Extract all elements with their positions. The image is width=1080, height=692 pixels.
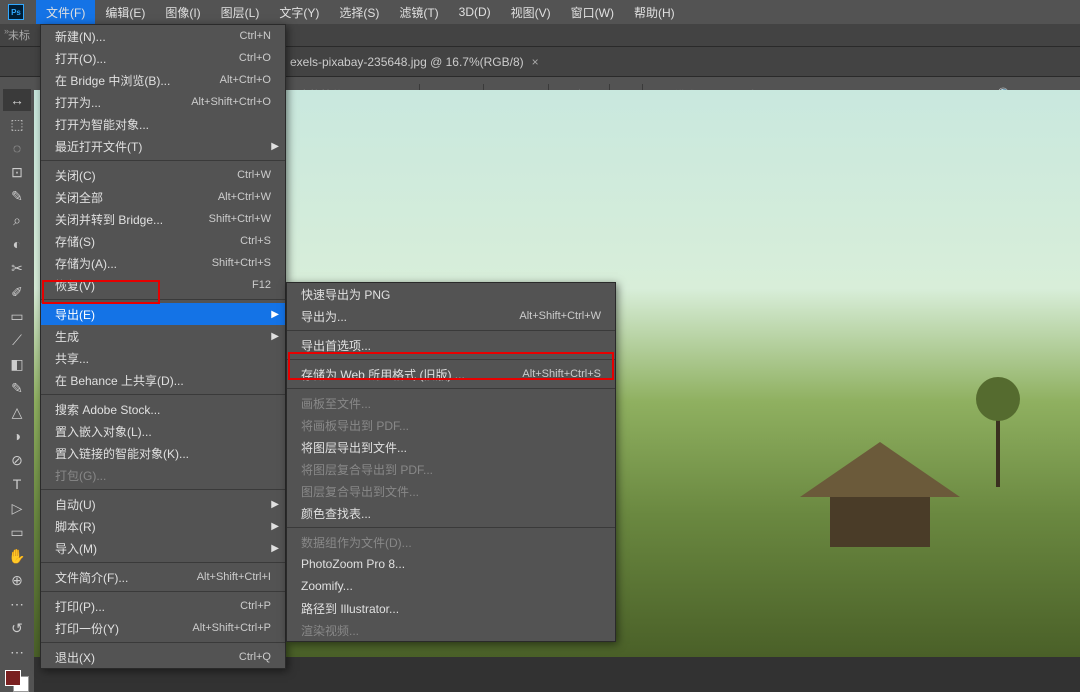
menu-view[interactable]: 视图(V) [501,0,561,24]
export-photozoom[interactable]: PhotoZoom Pro 8... [287,553,615,575]
file-open[interactable]: 打开(O)...Ctrl+O [41,47,285,69]
document-tab-title: exels-pixabay-235648.jpg @ 16.7%(RGB/8) [290,55,524,69]
file-revert[interactable]: 恢复(V)F12 [41,274,285,296]
file-import[interactable]: 导入(M)▶ [41,537,285,559]
menu-layer[interactable]: 图层(L) [211,0,270,24]
file-automate[interactable]: 自动(U)▶ [41,493,285,515]
file-place-linked[interactable]: 置入链接的智能对象(K)... [41,442,285,464]
export-data-sets: 数据组作为文件(D)... [287,531,615,553]
shape-tool[interactable]: ▭ [3,521,31,543]
eyedropper-tool[interactable]: ◐ [3,233,31,255]
submenu-arrow-icon: ▶ [271,331,279,342]
export-color-lut[interactable]: 颜色查找表... [287,502,615,524]
export-quick-png[interactable]: 快速导出为 PNG [287,283,615,305]
edit-toolbar[interactable]: ⋯ [3,593,31,615]
file-package: 打包(G)... [41,464,285,486]
gradient-tool[interactable]: ✎ [3,377,31,399]
more-tools[interactable]: ⋯ [3,641,31,663]
file-browse-bridge[interactable]: 在 Bridge 中浏览(B)...Alt+Ctrl+O [41,69,285,91]
photoshop-icon: Ps [8,4,24,20]
submenu-arrow-icon: ▶ [271,309,279,320]
file-close-bridge[interactable]: 关闭并转到 Bridge...Shift+Ctrl+W [41,208,285,230]
menu-help[interactable]: 帮助(H) [624,0,685,24]
file-scripts[interactable]: 脚本(R)▶ [41,515,285,537]
healing-tool[interactable]: ✂ [3,257,31,279]
export-prefs[interactable]: 导出首选项... [287,334,615,356]
file-export[interactable]: 导出(E)▶ [41,303,285,325]
menubar: Ps 文件(F) 编辑(E) 图像(I) 图层(L) 文字(Y) 选择(S) 滤… [0,0,1080,24]
panel-chevron-icon[interactable]: » [4,26,9,36]
crop-tool[interactable]: ✎ [3,185,31,207]
move-tool[interactable]: ↔ [3,89,31,111]
file-print-one[interactable]: 打印一份(Y)Alt+Shift+Ctrl+P [41,617,285,639]
submenu-arrow-icon: ▶ [271,543,279,554]
marquee-tool[interactable]: ⬚ [3,113,31,135]
submenu-arrow-icon: ▶ [271,521,279,532]
type-tool[interactable]: T [3,473,31,495]
export-submenu: 快速导出为 PNG 导出为...Alt+Shift+Ctrl+W 导出首选项..… [286,282,616,642]
file-new[interactable]: 新建(N)...Ctrl+N [41,25,285,47]
submenu-arrow-icon: ▶ [271,499,279,510]
frame-tool[interactable]: ⌕ [3,209,31,231]
export-as[interactable]: 导出为...Alt+Shift+Ctrl+W [287,305,615,327]
zoom-tool[interactable]: ⊕ [3,569,31,591]
tools-panel: ↔ ⬚ ◌ ⊡ ✎ ⌕ ◐ ✂ ✐ ▭ ⟋ ◧ ✎ △ ◑ ⊘ T ▷ ▭ ✋ … [0,84,34,692]
submenu-arrow-icon: ▶ [271,141,279,152]
menu-image[interactable]: 图像(I) [155,0,210,24]
export-zoomify[interactable]: Zoomify... [287,575,615,597]
menu-type[interactable]: 文字(Y) [269,0,329,24]
file-open-smart[interactable]: 打开为智能对象... [41,113,285,135]
pen-tool[interactable]: ⊘ [3,449,31,471]
export-layers-files[interactable]: 将图层导出到文件... [287,436,615,458]
menu-filter[interactable]: 滤镜(T) [389,0,448,24]
menu-3d[interactable]: 3D(D) [449,0,501,24]
canvas-art-tree [996,407,1000,487]
eraser-tool[interactable]: ◧ [3,353,31,375]
menu-edit[interactable]: 编辑(E) [95,0,155,24]
path-select-tool[interactable]: ▷ [3,497,31,519]
blur-tool[interactable]: △ [3,401,31,423]
file-behance[interactable]: 在 Behance 上共享(D)... [41,369,285,391]
file-close-all[interactable]: 关闭全部Alt+Ctrl+W [41,186,285,208]
menu-select[interactable]: 选择(S) [329,0,389,24]
brush-tool[interactable]: ✐ [3,281,31,303]
menu-window[interactable]: 窗口(W) [561,0,624,24]
rotate-view-tool[interactable]: ↺ [3,617,31,639]
canvas-art-hut [800,442,960,547]
file-place-embed[interactable]: 置入嵌入对象(L)... [41,420,285,442]
color-swatch[interactable] [5,670,29,692]
file-menu: 新建(N)...Ctrl+N 打开(O)...Ctrl+O 在 Bridge 中… [40,24,286,669]
file-print[interactable]: 打印(P)...Ctrl+P [41,595,285,617]
menu-file[interactable]: 文件(F) [36,0,95,24]
file-generate[interactable]: 生成▶ [41,325,285,347]
export-artboards-files: 画板至文件... [287,392,615,414]
export-save-for-web[interactable]: 存储为 Web 所用格式 (旧版) ...Alt+Shift+Ctrl+S [287,363,615,385]
document-tab[interactable]: exels-pixabay-235648.jpg @ 16.7%(RGB/8) … [280,47,549,76]
close-icon[interactable]: × [532,55,539,69]
foreground-color-swatch[interactable] [5,670,21,686]
file-info[interactable]: 文件简介(F)...Alt+Shift+Ctrl+I [41,566,285,588]
dodge-tool[interactable]: ◑ [3,425,31,447]
file-save[interactable]: 存储(S)Ctrl+S [41,230,285,252]
export-paths-illustrator[interactable]: 路径到 Illustrator... [287,597,615,619]
export-layer-comps-pdf: 将图层复合导出到 PDF... [287,458,615,480]
export-artboards-pdf: 将画板导出到 PDF... [287,414,615,436]
file-search-stock[interactable]: 搜索 Adobe Stock... [41,398,285,420]
file-close[interactable]: 关闭(C)Ctrl+W [41,164,285,186]
lasso-tool[interactable]: ◌ [3,137,31,159]
export-render-video: 渲染视频... [287,619,615,641]
stamp-tool[interactable]: ▭ [3,305,31,327]
hand-tool[interactable]: ✋ [3,545,31,567]
title-fragment: 未标 [8,27,30,43]
file-recent[interactable]: 最近打开文件(T)▶ [41,135,285,157]
file-open-as[interactable]: 打开为...Alt+Shift+Ctrl+O [41,91,285,113]
file-save-as[interactable]: 存储为(A)...Shift+Ctrl+S [41,252,285,274]
file-share[interactable]: 共享... [41,347,285,369]
history-brush-tool[interactable]: ⟋ [3,329,31,351]
export-layer-comps-files: 图层复合导出到文件... [287,480,615,502]
quick-select-tool[interactable]: ⊡ [3,161,31,183]
file-exit[interactable]: 退出(X)Ctrl+Q [41,646,285,668]
